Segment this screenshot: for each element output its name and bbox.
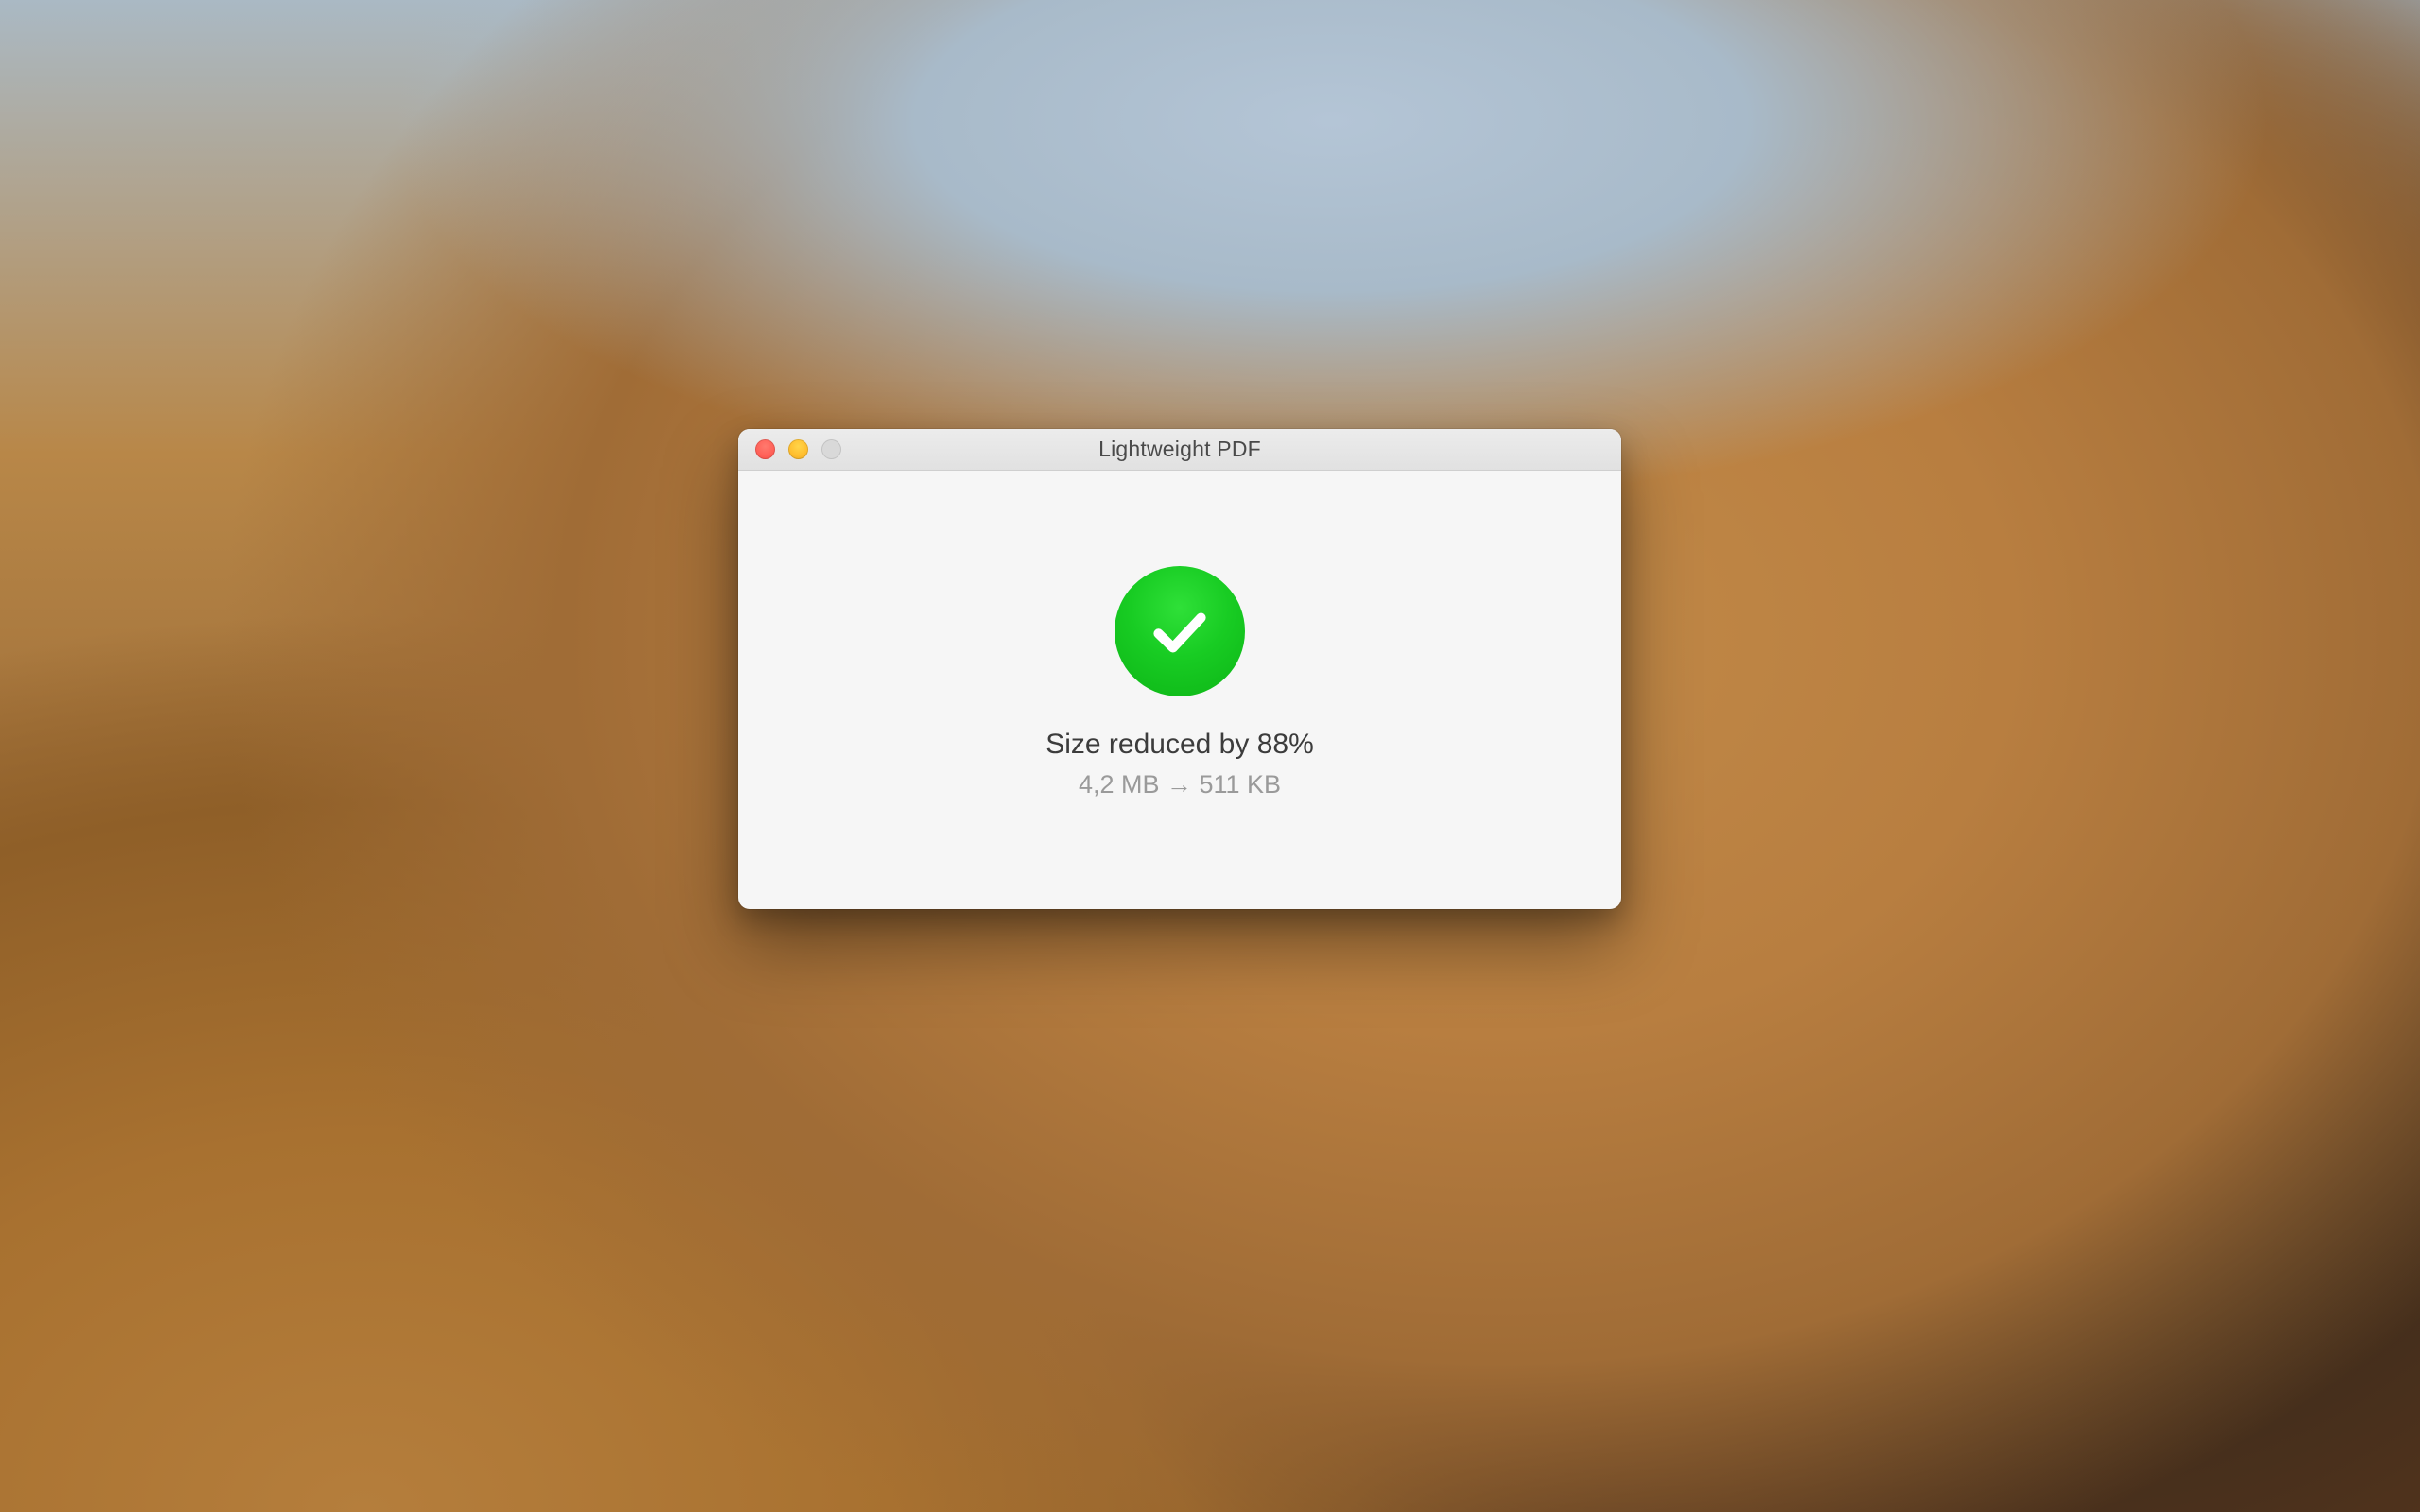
result-primary-text: Size reduced by 88%	[1046, 729, 1314, 761]
app-window: Lightweight PDF Size reduced by 88% 4,2 …	[738, 429, 1621, 909]
traffic-lights	[755, 439, 841, 459]
window-title: Lightweight PDF	[738, 437, 1621, 462]
close-window-button[interactable]	[755, 439, 775, 459]
result-messages: Size reduced by 88% 4,2 MB → 511 KB	[1046, 729, 1314, 799]
maximize-window-button-disabled	[821, 439, 841, 459]
result-secondary-text: 4,2 MB → 511 KB	[1079, 770, 1281, 799]
window-titlebar[interactable]: Lightweight PDF	[738, 429, 1621, 471]
window-content: Size reduced by 88% 4,2 MB → 511 KB	[738, 471, 1621, 909]
checkmark-circle-icon	[1115, 566, 1245, 696]
minimize-window-button[interactable]	[788, 439, 808, 459]
